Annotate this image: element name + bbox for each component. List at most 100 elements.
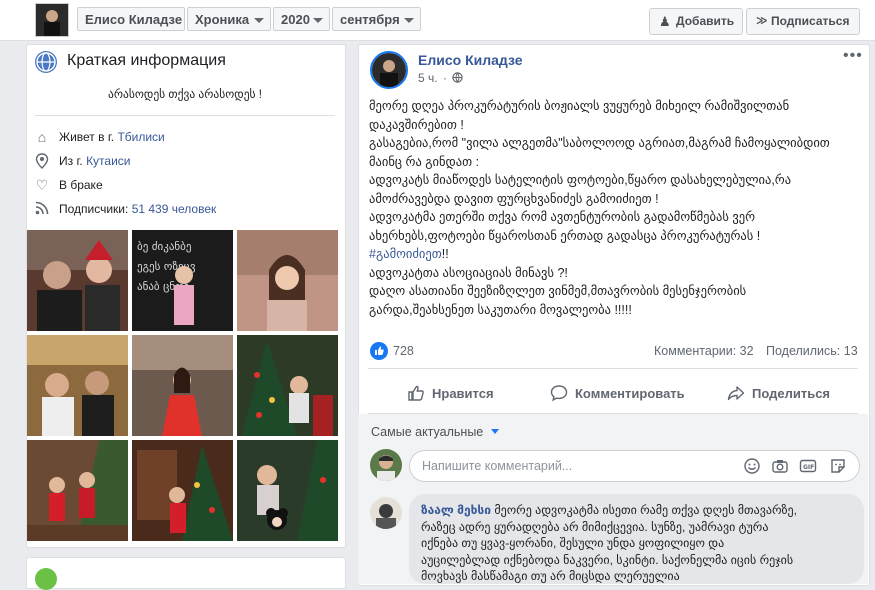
chevron-down-icon [404, 18, 414, 23]
add-person-icon: ♟ [659, 14, 671, 29]
svg-text:GIF: GIF [803, 464, 814, 471]
sort-label: Самые актуальные [371, 425, 484, 439]
photo-8[interactable] [132, 440, 233, 541]
likes-count[interactable]: 728 [393, 344, 414, 358]
subscribe-label: Подписаться [771, 14, 850, 28]
lives-in-prefix: Живет в г. [59, 130, 115, 144]
location-pin-icon [34, 153, 50, 169]
comment-placeholder: Напишите комментарий... [422, 459, 573, 473]
post-line: გარდა,შეახსენეთ საკუთარი მოვალეობა !!!!! [369, 302, 632, 317]
svg-text:ბე ძიკანბე: ბე ძიკანბე [137, 240, 191, 253]
photo-4[interactable] [27, 335, 128, 436]
comment-input[interactable]: Напишите комментарий... [409, 450, 860, 482]
section-label: Хроника [195, 12, 250, 27]
commenter-avatar[interactable] [370, 497, 402, 529]
shares-count[interactable]: Поделились: 13 [766, 344, 858, 358]
hashtag-suffix: !! [441, 247, 449, 261]
from-city-link[interactable]: Кутаиси [86, 154, 130, 168]
header-avatar[interactable] [35, 3, 69, 37]
globe-icon [35, 51, 57, 73]
share-button[interactable]: Поделиться [726, 381, 830, 407]
post-line: გასაგებია,რომ "ვილა ალგეთმა"საბოლოოდ აგრ… [369, 136, 830, 150]
share-icon [726, 382, 746, 408]
add-friend-label: Добавить [676, 14, 735, 28]
share-label: Поделиться [752, 386, 831, 401]
post-line: ადვოკატს მიაწოდეს სატელიტის ფოტოები,წყარ… [369, 173, 792, 187]
photo-5[interactable] [132, 335, 233, 436]
like-reaction-icon[interactable] [370, 342, 388, 360]
post-line: დაკავშირებით ! [369, 117, 464, 132]
chevron-down-icon [490, 429, 499, 434]
photo-9[interactable] [237, 440, 338, 541]
comment-button[interactable]: Комментировать [549, 381, 685, 407]
globe-icon [452, 71, 463, 85]
current-user-avatar[interactable] [370, 449, 402, 481]
post-author[interactable]: Елисо Киладзе [418, 52, 523, 68]
comment-line-text: მეორე ადვოკატმა ისეთი რამე თქვა დღეს მთა… [494, 503, 797, 517]
post-time[interactable]: 5 ч. · [418, 71, 463, 85]
year-dropdown[interactable]: 2020 [273, 7, 330, 31]
comment-line: აუცილებლად იქნებოდა ნაკვერი, სკინტი. საქ… [421, 552, 794, 567]
post-line: მაინც რა გინდათ : [369, 154, 480, 169]
like-label: Нравится [432, 386, 494, 401]
intro-title: Краткая информация [67, 52, 226, 69]
followers-link[interactable]: 51 439 человек [132, 202, 217, 216]
sort-comments-dropdown[interactable]: Самые актуальные [371, 425, 499, 439]
comment-icon [549, 382, 569, 408]
like-button[interactable]: Нравится [406, 381, 494, 407]
followers-prefix: Подписчики: [59, 202, 129, 216]
hashtag-link[interactable]: #გამოიძიეთ [369, 247, 442, 261]
photo-2[interactable]: ბე ძიკანბე ეგეს ოზეცვ ანაბ ცნოი [132, 230, 233, 331]
camera-icon[interactable] [771, 457, 789, 475]
emoji-icon[interactable] [743, 457, 761, 475]
post-line: ახერხებს,ფოტოები წყაროსთან ერთად გადასცა… [369, 228, 761, 243]
home-icon: ⌂ [37, 129, 47, 145]
add-friend-button[interactable]: ♟ Добавить [649, 8, 743, 35]
profile-name-label: Елисо Киладзе [85, 12, 183, 27]
more-options-icon[interactable]: ••• [843, 47, 863, 65]
intro-bio: არასოდეს თქვა არასოდეს ! [108, 89, 262, 101]
gif-icon[interactable]: GIF [799, 457, 817, 475]
comment-bubble: ზაალ მეხსი მეორე ადვოკატმა ისეთი რამე თქ… [409, 494, 864, 584]
rss-icon [34, 201, 50, 217]
profile-name-dropdown[interactable]: Елисо Киладзе [77, 7, 185, 31]
comment-text: ზაალ მეხსი მეორე ადვოკატმა ისეთი რამე თქ… [421, 502, 851, 585]
year-label: 2020 [281, 12, 310, 27]
comments-count[interactable]: Комментарии: 32 [654, 344, 754, 358]
post-time-label: 5 ч. [418, 71, 438, 85]
author-avatar[interactable] [370, 51, 408, 89]
section-dropdown[interactable]: Хроника [187, 7, 271, 31]
sticker-icon[interactable] [829, 457, 847, 475]
photo-6[interactable] [237, 335, 338, 436]
rss-icon: ≫ [756, 15, 768, 27]
heart-icon: ♡ [35, 177, 49, 193]
lives-in-city-link[interactable]: Тбилиси [117, 130, 164, 144]
subscribe-button[interactable]: ≫ Подписаться [746, 8, 860, 35]
relationship-label: В браке [59, 178, 103, 192]
post-line: მეორე დღეა პროკურატურის ბოჟიალს ვუყურებ … [369, 99, 790, 113]
photo-grid: ბე ძიკანბე ეგეს ოზეცვ ანაბ ცნოი [26, 230, 341, 543]
chevron-down-icon [254, 18, 264, 23]
photo-7[interactable] [27, 440, 128, 541]
thumbs-up-icon [406, 382, 426, 408]
divider [35, 115, 335, 116]
comment-line: მოვხავს მასწამაგი თუ არ მიცსდა ლერუელია [421, 569, 680, 583]
post-line: დაღო ასათიანი შეეზიზღლეთ ვინმემ,მთავრობი… [369, 284, 747, 298]
comment-line: იქნება თუ ყვავ-ყორანი, შესული უნდა ყოფილ… [421, 536, 725, 550]
divider [368, 368, 858, 369]
post-text: მეორე დღეა პროკურატურის ბოჟიალს ვუყურებ … [369, 97, 849, 319]
comment-line: რაზეც ადრე ყურადღება არ მიმიქცევია. სუნზ… [421, 519, 769, 534]
comment-line: ზაალ მეხსი მეორე ადვოკატმა ისეთი რამე თქ… [421, 502, 851, 519]
month-label: сентября [340, 12, 400, 27]
photos-icon [35, 568, 57, 590]
profile-header-bar: Елисо Киладзе Хроника 2020 сентября ♟ До… [0, 0, 875, 41]
commenter-name[interactable]: ზაალ მეხსი [421, 503, 491, 517]
comment-label: Комментировать [575, 386, 685, 401]
post-line: #გამოიძიეთ!! [369, 245, 849, 264]
post-line: ამოძრავებდა დავით ფურცხვანიძეს გამოიძიეთ… [369, 191, 659, 206]
photo-1[interactable] [27, 230, 128, 331]
photo-3[interactable] [237, 230, 338, 331]
from-prefix: Из г. [59, 154, 83, 168]
month-dropdown[interactable]: сентября [332, 7, 421, 31]
post-line: ადვოკატმა ეთერში თქვა რომ ავთენტურობის გ… [369, 210, 756, 224]
